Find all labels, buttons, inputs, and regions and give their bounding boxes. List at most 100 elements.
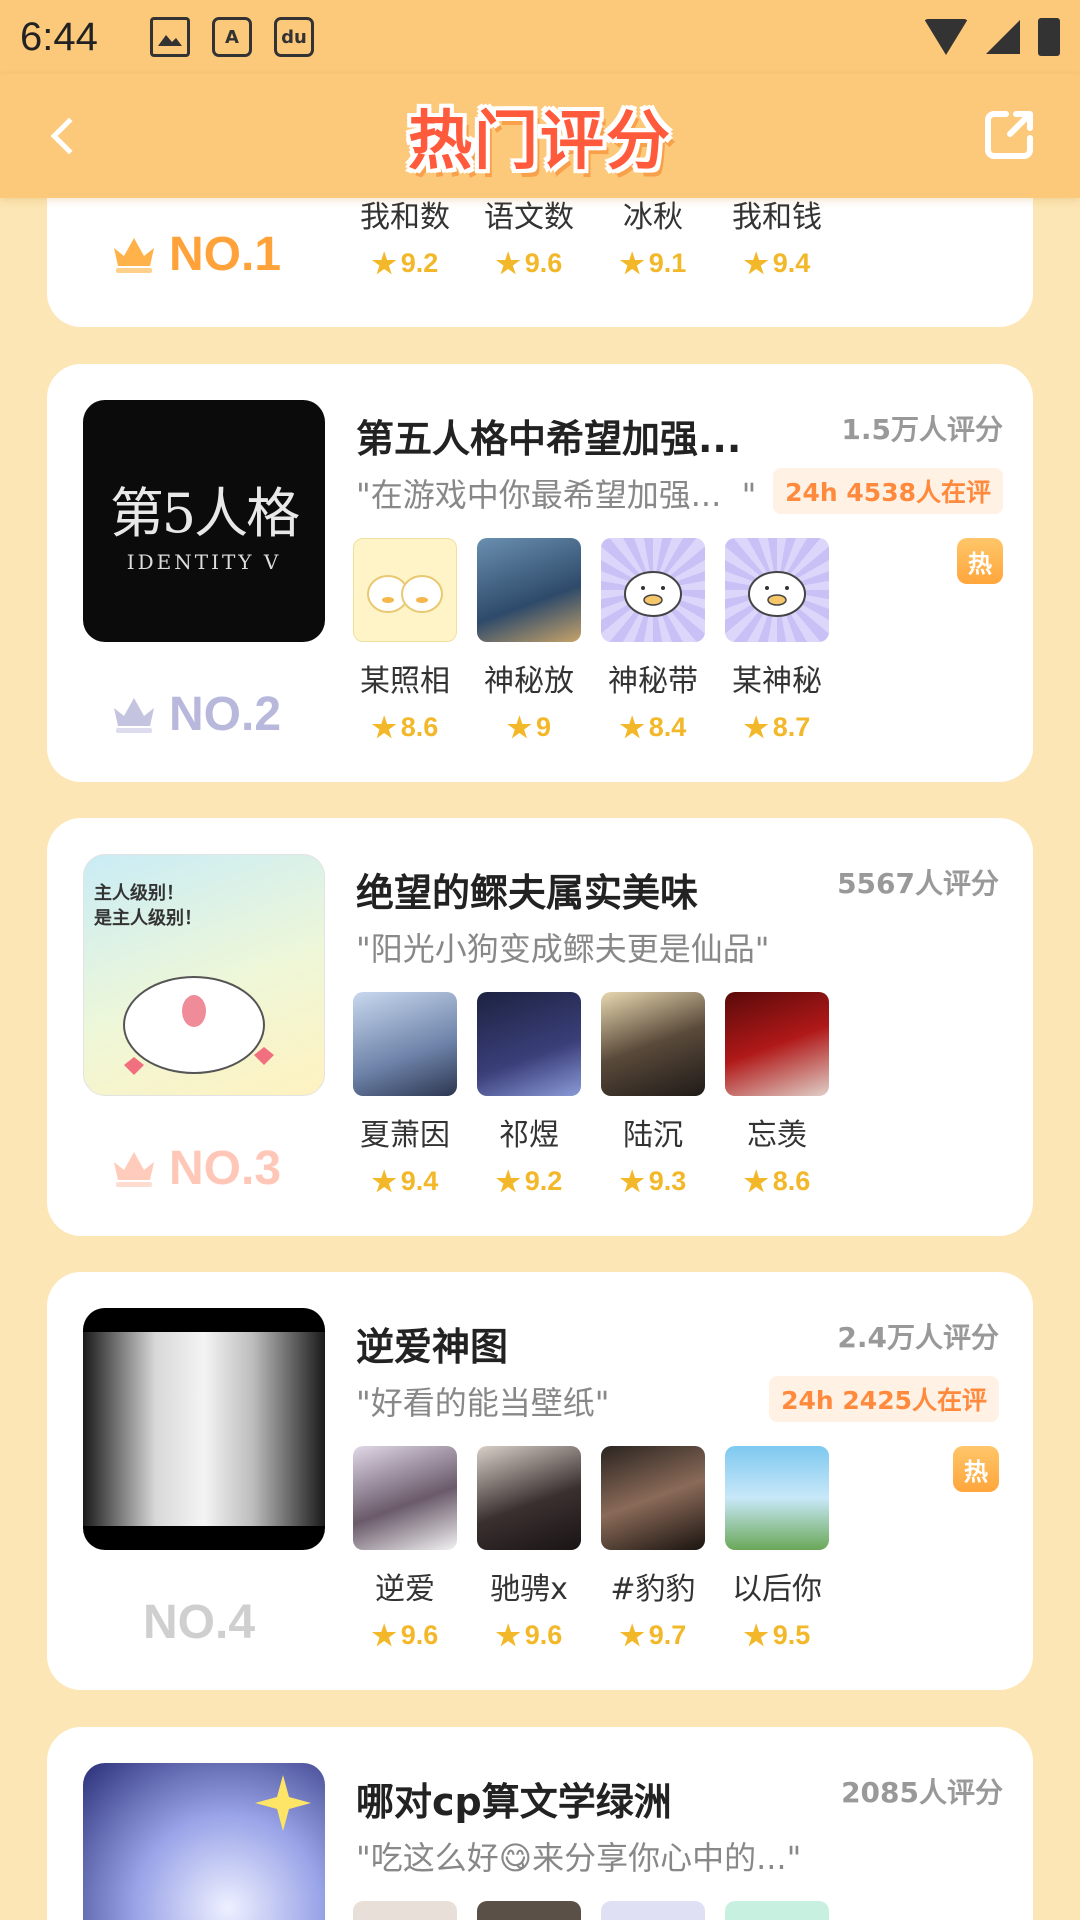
candidate-avatar [601,992,705,1096]
candidate-item[interactable]: 冰秋 ★ 9.1 [601,192,705,279]
candidate-name: 冰秋 [623,200,683,235]
candidate-score: ★ 9.7 [619,1619,687,1651]
candidate-item[interactable]: 我和数 ★ 9.2 [353,192,457,279]
cover-logo-subtext: IDENTITY V [126,549,282,574]
candidate-item[interactable]: 忘羡 ★ 8.6 [725,992,829,1197]
star-icon: ★ [495,1619,521,1651]
rating-count: 2085人评分 [841,1776,1003,1809]
candidate-score: ★ 9.6 [371,1619,439,1651]
star-icon: ★ [371,247,397,279]
crown-icon [114,698,154,733]
star-icon: ★ [619,711,645,743]
candidate-avatar [725,538,829,642]
candidate-item[interactable]: 我和钱 ★ 9.4 [725,192,829,279]
candidate-name: 某神秘 [732,664,822,699]
candidate-item[interactable]: 陆沉 ★ 9.3 [601,992,705,1197]
candidate-avatar[interactable] [477,1901,581,1920]
share-icon [985,111,1033,159]
topic-quote: "吃这么好😋来分享你心中的..." [356,1839,802,1877]
rating-count: 2.4万人评分 [837,1321,999,1354]
topic-cover-image[interactable] [83,1308,325,1550]
live-rating-badge: 24h 2425人在评 [769,1376,999,1422]
ranking-card-3[interactable]: 主人级别！ 是主人级别！ NO.3 绝望的鳏夫属实美味 "阳光小狗变成鳏夫更是仙… [47,818,1033,1236]
back-button[interactable] [38,108,88,164]
candidate-avatar [601,1446,705,1550]
cover-caption: 主人级别！ 是主人级别！ [94,883,202,930]
candidate-item[interactable]: 以后你 ★ 9.5 [725,1446,829,1651]
star-icon: ★ [619,1619,645,1651]
gallery-icon [150,17,190,57]
candidate-avatar [601,538,705,642]
topic-title: 第五人格中希望加强... [356,417,742,461]
candidate-avatar[interactable] [725,1901,829,1920]
ranking-card-4[interactable]: NO.4 逆爱神图 "好看的能当壁纸" 2.4万人评分 24h 2425人在评 … [47,1272,1033,1690]
hot-badge: 热 [953,1446,999,1492]
candidate-item[interactable]: 语文数 ★ 9.6 [477,192,581,279]
star-icon: ★ [371,1165,397,1197]
candidate-score: ★ 9.6 [495,1619,563,1651]
candidate-item[interactable]: 夏萧因 ★ 9.4 [353,992,457,1197]
candidate-score: ★ 9.4 [371,1165,439,1197]
wifi-icon [924,19,968,55]
candidate-name: 夏萧因 [360,1118,450,1153]
candidate-name: 某照相 [360,664,450,699]
baidu-icon: du [274,17,314,57]
crown-icon [114,1152,154,1187]
cover-logo-text: 第5人格 [109,481,300,545]
topic-quote: "阳光小狗变成鳏夫更是仙品" [356,930,770,968]
candidate-score: ★ 9.3 [619,1165,687,1197]
candidate-score: ★ 9.5 [743,1619,811,1651]
candidate-score: ★ 9 [506,711,552,743]
topic-title: 绝望的鳏夫属实美味 [356,871,699,915]
candidate-item[interactable]: 祁煜 ★ 9.2 [477,992,581,1197]
candidate-name: 以后你 [732,1572,822,1607]
candidate-item[interactable]: #豹豹 ★ 9.7 [601,1446,705,1651]
topic-cover-image[interactable]: 主人级别！ 是主人级别！ [83,854,325,1096]
candidate-item[interactable]: 逆爱 ★ 9.6 [353,1446,457,1651]
candidate-score: ★ 8.7 [743,711,811,743]
rating-count: 1.5万人评分 [841,413,1003,446]
candidate-avatar [477,1446,581,1550]
candidate-name: 我和数 [360,200,450,235]
star-icon: ★ [743,1165,769,1197]
candidate-score: ★ 8.6 [743,1165,811,1197]
candidate-name: #豹豹 [610,1572,696,1607]
candidate-name: 忘羡 [747,1118,807,1153]
candidate-item[interactable]: 驰骋x ★ 9.6 [477,1446,581,1651]
ranking-card-5[interactable]: 哪对cp算文学绿洲 "吃这么好😋来分享你心中的..." 2085人评分 [47,1727,1033,1920]
signal-icon [986,20,1020,54]
candidate-item[interactable]: 某神秘 ★ 8.7 [725,538,829,743]
candidate-list: 我和数 ★ 9.2 语文数 ★ 9.6 冰秋 ★ 9.1 我和钱 ★ 9.4 [353,192,829,279]
star-icon: ★ [495,1165,521,1197]
candidate-item[interactable]: 某照相 ★ 8.6 [353,538,457,743]
candidate-name: 陆沉 [623,1118,683,1153]
candidate-avatar [353,538,457,642]
candidate-avatar [725,992,829,1096]
candidate-list: 逆爱 ★ 9.6 驰骋x ★ 9.6 #豹豹 ★ 9.7 以后你 ★ 9.5 [353,1446,829,1651]
topic-cover-image[interactable]: 第5人格 IDENTITY V [83,400,325,642]
candidate-avatar [725,1446,829,1550]
rank-label: NO.3 [111,1138,321,1198]
candidate-avatar [353,1446,457,1550]
battery-icon [1038,18,1060,56]
rank-label: NO.4 [143,1595,256,1649]
candidate-avatar [477,992,581,1096]
candidate-score: ★ 8.4 [619,711,687,743]
candidate-name: 祁煜 [499,1118,559,1153]
share-button[interactable] [980,104,1040,164]
candidate-item[interactable]: 神秘放 ★ 9 [477,538,581,743]
candidate-avatar [353,992,457,1096]
status-bar: 6:44 A du [0,0,1080,74]
font-app-icon: A [212,17,252,57]
ranking-card-2[interactable]: 第5人格 IDENTITY V NO.2 第五人格中希望加强... "在游戏中你… [47,364,1033,782]
topic-quote: "好看的能当壁纸" [356,1384,610,1422]
candidate-score: ★ 9.6 [495,247,563,279]
topic-title: 哪对cp算文学绿洲 [356,1780,672,1824]
candidate-item[interactable]: 神秘带 ★ 8.4 [601,538,705,743]
candidate-avatar[interactable] [353,1901,457,1920]
topic-cover-image[interactable] [83,1763,325,1920]
candidate-avatar[interactable] [601,1901,705,1920]
rating-count: 5567人评分 [837,867,999,900]
candidate-score: ★ 9.1 [619,247,687,279]
candidate-score: ★ 9.4 [743,247,811,279]
